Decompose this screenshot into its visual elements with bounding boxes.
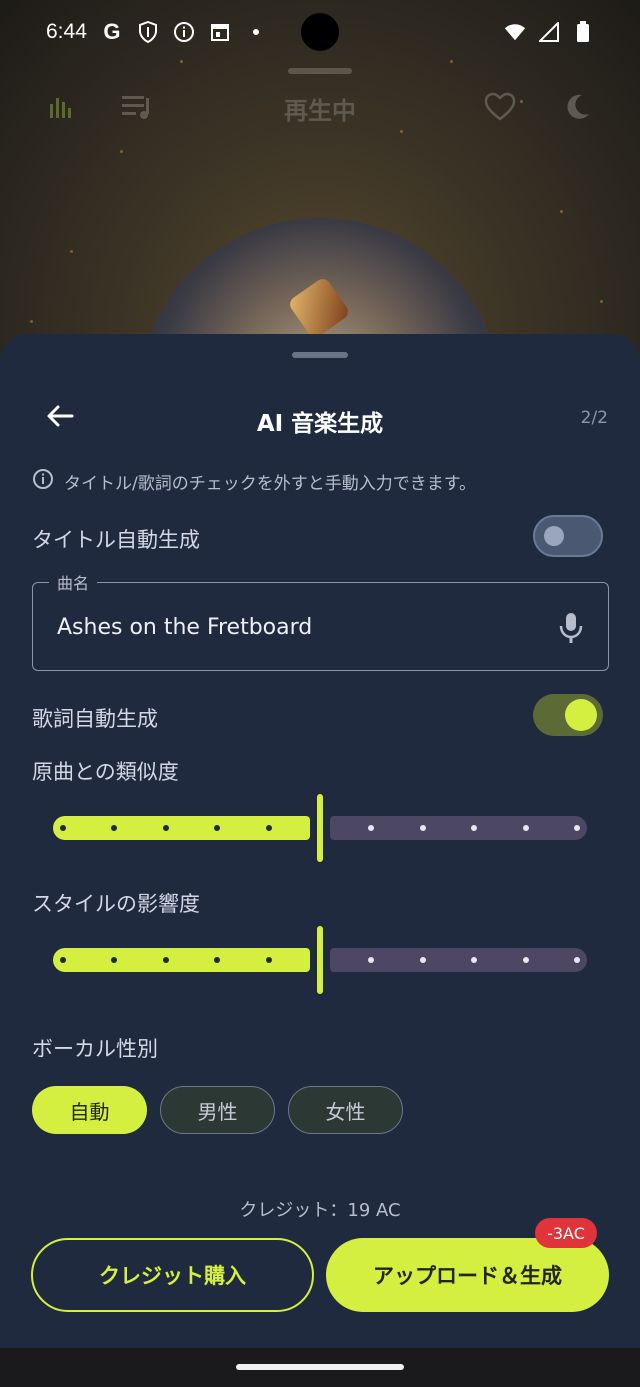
player-drag-handle[interactable]: [288, 68, 352, 74]
song-name-label: 曲名: [49, 570, 98, 594]
similarity-label: 原曲との類似度: [32, 760, 179, 784]
lyrics-auto-toggle[interactable]: [533, 694, 603, 736]
sheet-header: AI 音楽生成 2/2: [0, 334, 640, 437]
slider-step-dot: [162, 957, 169, 963]
slider-step-dot: [522, 825, 529, 831]
star-dot: [70, 250, 73, 253]
microphone-icon[interactable]: [558, 611, 584, 645]
star-dot: [30, 320, 33, 323]
title-auto-label: タイトル自動生成: [32, 528, 200, 552]
player-title: 再生中: [284, 96, 356, 125]
info-icon: [32, 468, 54, 495]
info-hint: タイトル/歌詞のチェックを外すと手動入力できます。: [32, 468, 476, 495]
title-auto-toggle[interactable]: [533, 515, 603, 557]
slider-step-dot: [265, 825, 272, 831]
slider-thumb[interactable]: [317, 794, 323, 862]
style-influence-slider[interactable]: [53, 926, 587, 994]
slider-step-dot: [60, 825, 66, 831]
slider-step-dot: [265, 957, 272, 963]
wifi-icon: [504, 21, 526, 43]
song-name-value[interactable]: Ashes on the Fretboard: [57, 615, 312, 640]
style-influence-label: スタイルの影響度: [32, 892, 200, 916]
player-top-bar: 再生中: [0, 80, 640, 136]
home-gesture-pill[interactable]: [236, 1364, 404, 1370]
clock: 6:44: [46, 20, 87, 43]
song-name-field[interactable]: 曲名 Ashes on the Fretboard: [32, 570, 609, 671]
ai-music-sheet: AI 音楽生成 2/2 タイトル/歌詞のチェックを外すと手動入力できます。 タイ…: [0, 334, 640, 1387]
camera-cutout: [301, 13, 339, 51]
star-dot: [560, 210, 563, 213]
sheet-title: AI 音楽生成: [256, 411, 384, 437]
slider-step-dot: [419, 825, 426, 831]
upload-generate-button[interactable]: アップロード＆生成: [326, 1238, 609, 1312]
vocal-gender-female-chip[interactable]: 女性: [288, 1086, 403, 1134]
slider-step-dot: [419, 957, 426, 963]
calendar-icon: [209, 21, 231, 43]
slider-step-dot: [162, 825, 169, 831]
google-icon: G: [103, 19, 121, 44]
vocal-gender-male-chip[interactable]: 男性: [160, 1086, 275, 1134]
slider-step-dot: [574, 957, 580, 963]
moon-icon[interactable]: [562, 92, 592, 126]
lyrics-auto-label: 歌詞自動生成: [32, 707, 158, 731]
slider-thumb[interactable]: [317, 926, 323, 994]
similarity-slider[interactable]: [53, 794, 587, 862]
buy-credit-button[interactable]: クレジット購入: [31, 1238, 314, 1312]
page-indicator: 2/2: [580, 408, 608, 428]
signal-icon: [538, 21, 560, 43]
vocal-gender-auto-chip[interactable]: 自動: [32, 1086, 147, 1134]
cost-badge: -3AC: [535, 1218, 597, 1248]
slider-step-dot: [60, 957, 66, 963]
slider-step-dot: [522, 957, 529, 963]
shield-icon: [137, 21, 159, 43]
battery-icon: [572, 21, 594, 43]
star-dot: [600, 300, 603, 303]
toggle-knob: [565, 699, 597, 731]
system-nav-bar: [0, 1348, 640, 1387]
dot-icon: [245, 21, 267, 43]
info-circle-icon: [173, 21, 195, 43]
vocal-gender-label: ボーカル性別: [32, 1037, 158, 1061]
toggle-knob: [544, 526, 564, 546]
heart-icon[interactable]: [484, 92, 516, 126]
info-text: タイトル/歌詞のチェックを外すと手動入力できます。: [64, 474, 477, 494]
star-dot: [120, 150, 123, 153]
slider-step-dot: [574, 825, 580, 831]
